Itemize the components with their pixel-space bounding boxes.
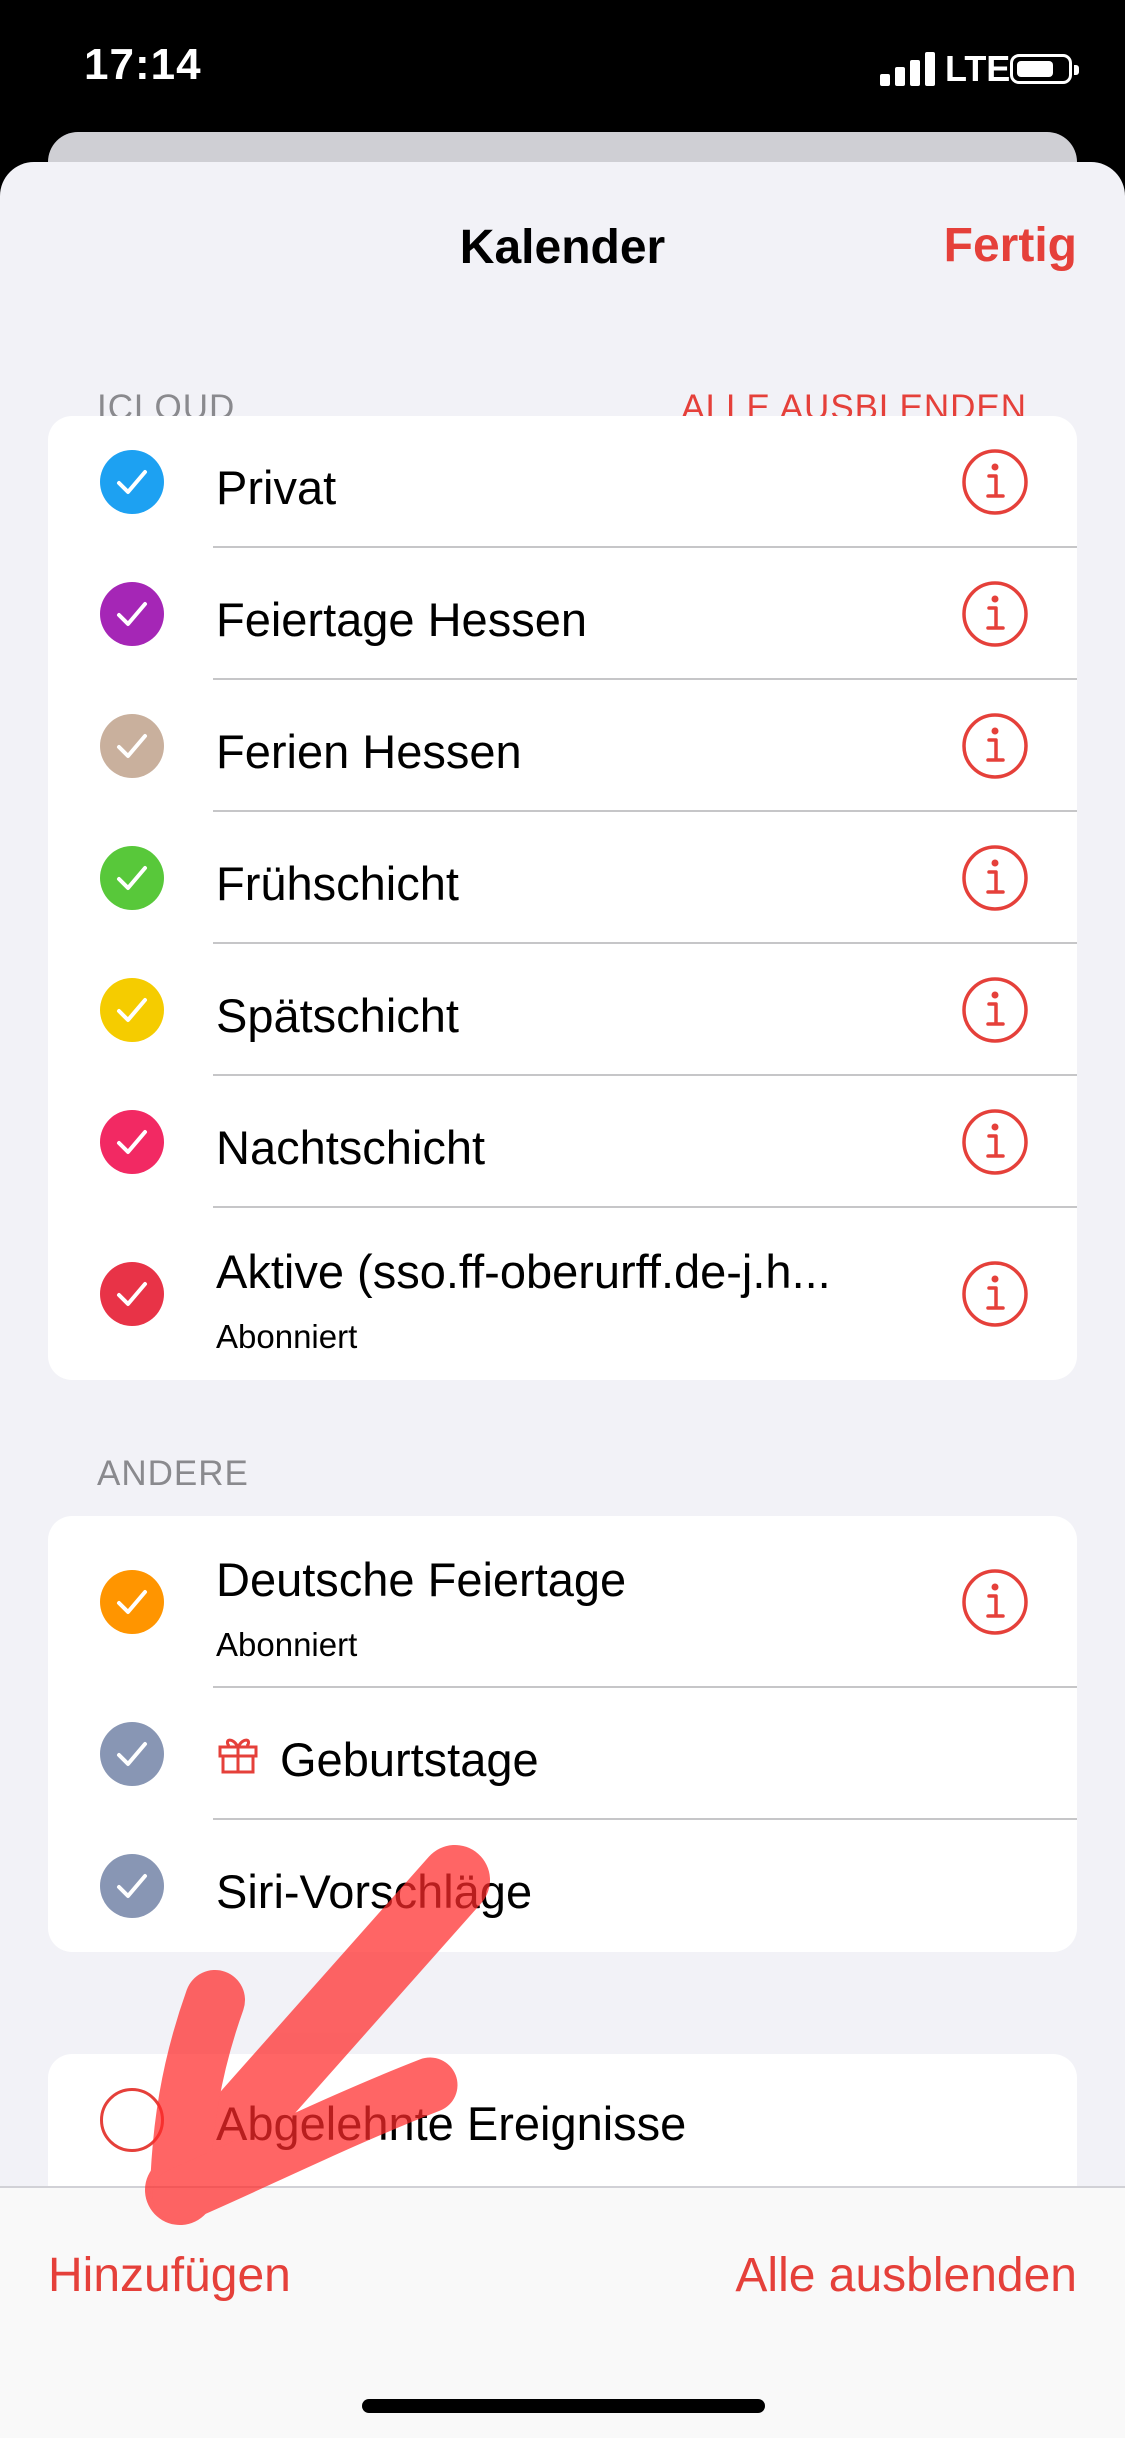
calendar-label: Siri-Vorschläge: [216, 1865, 533, 1918]
icloud-calendar-list: Privat Feiertage Hessen Ferien Hessen Fr…: [48, 416, 1077, 1380]
calendar-label: Feiertage Hessen: [216, 593, 587, 646]
calendar-sublabel: Abonniert: [216, 1626, 358, 1663]
calendar-row[interactable]: Nachtschicht: [48, 1076, 1077, 1208]
calendar-row[interactable]: Frühschicht: [48, 812, 1077, 944]
checkmark-icon[interactable]: [100, 450, 164, 514]
calendar-label: Geburtstage: [280, 1733, 539, 1786]
calendar-label: Privat: [216, 461, 337, 514]
checkmark-icon[interactable]: [100, 1722, 164, 1786]
calendar-row[interactable]: Privat: [48, 416, 1077, 548]
checkmark-icon[interactable]: [100, 1110, 164, 1174]
calendar-row[interactable]: Ferien Hessen: [48, 680, 1077, 812]
info-icon[interactable]: [961, 844, 1029, 912]
calendar-label: Frühschicht: [216, 857, 459, 910]
calendar-row[interactable]: Deutsche Feiertage Abonniert: [48, 1516, 1077, 1688]
info-icon[interactable]: [961, 1260, 1029, 1328]
section-header-andere: ANDERE: [97, 1454, 249, 1493]
add-calendar-button[interactable]: Hinzufügen: [48, 2248, 291, 2303]
info-icon[interactable]: [961, 1568, 1029, 1636]
checkmark-icon[interactable]: [100, 1570, 164, 1634]
done-button[interactable]: Fertig: [944, 218, 1077, 273]
calendar-label: Ferien Hessen: [216, 725, 522, 778]
calendar-row[interactable]: Feiertage Hessen: [48, 548, 1077, 680]
checkmark-icon[interactable]: [100, 846, 164, 910]
unchecked-circle-icon[interactable]: [100, 2088, 164, 2152]
calendar-label: Aktive (sso.ff-oberurff.de-j.h...: [216, 1245, 831, 1298]
calendar-sheet: Kalender Fertig ICLOUD ALLE AUSBLENDEN P…: [0, 162, 1125, 2436]
declined-events-label: Abgelehnte Ereignisse: [216, 2097, 687, 2150]
status-bar: 17:14 LTE: [0, 0, 1125, 140]
gift-icon: [216, 1732, 260, 1776]
info-icon[interactable]: [961, 580, 1029, 648]
checkmark-icon[interactable]: [100, 978, 164, 1042]
info-icon[interactable]: [961, 448, 1029, 516]
home-indicator: [362, 2399, 765, 2413]
calendar-label: Spätschicht: [216, 989, 459, 1042]
calendar-sublabel: Abonniert: [216, 1318, 358, 1355]
calendar-row[interactable]: Geburtstage: [48, 1688, 1077, 1820]
carrier-label: LTE: [945, 48, 1011, 89]
info-icon[interactable]: [961, 976, 1029, 1044]
other-calendar-list: Deutsche Feiertage Abonniert Geburtstage…: [48, 1516, 1077, 1952]
checkmark-icon[interactable]: [100, 582, 164, 646]
info-icon[interactable]: [961, 1108, 1029, 1176]
checkmark-icon[interactable]: [100, 1854, 164, 1918]
checkmark-icon[interactable]: [100, 1262, 164, 1326]
signal-icon: [880, 52, 936, 86]
calendar-row[interactable]: Aktive (sso.ff-oberurff.de-j.h... Abonni…: [48, 1208, 1077, 1380]
hide-all-button[interactable]: Alle ausblenden: [735, 2248, 1077, 2303]
battery-icon: [1010, 54, 1079, 84]
calendar-label: Nachtschicht: [216, 1121, 486, 1174]
calendar-row[interactable]: Siri-Vorschläge: [48, 1820, 1077, 1952]
info-icon[interactable]: [961, 712, 1029, 780]
calendar-row[interactable]: Spätschicht: [48, 944, 1077, 1076]
status-time: 17:14: [84, 40, 202, 89]
calendar-label: Deutsche Feiertage: [216, 1553, 627, 1606]
declined-events-row[interactable]: Abgelehnte Ereignisse: [48, 2054, 1077, 2186]
checkmark-icon[interactable]: [100, 714, 164, 778]
